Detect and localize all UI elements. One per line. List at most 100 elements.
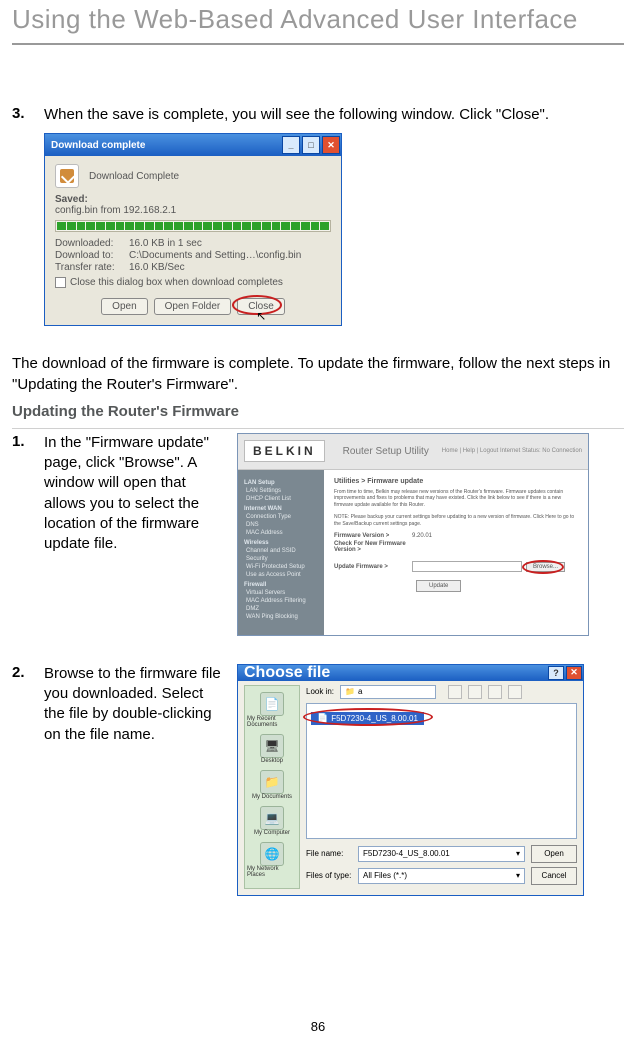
place-my-network[interactable]: 🌐My Network Places bbox=[247, 842, 297, 878]
recent-documents-icon: 📄 bbox=[260, 692, 284, 716]
open-folder-button[interactable]: Open Folder bbox=[154, 298, 232, 315]
post-download-paragraph: The download of the firmware is complete… bbox=[12, 354, 624, 395]
folder-icon: 📁 bbox=[345, 687, 355, 696]
step-text: Browse to the firmware file you download… bbox=[44, 664, 225, 745]
dialog-title: Download complete bbox=[51, 140, 145, 151]
breadcrumb: Utilities > Firmware update bbox=[334, 478, 578, 485]
step-3: 3. When the save is complete, you will s… bbox=[12, 105, 624, 125]
dialog-titlebar: Choose file ? ✕ bbox=[238, 665, 583, 681]
step-number: 1. bbox=[12, 433, 44, 555]
sidebar-section-lan: LAN Setup bbox=[244, 480, 318, 486]
saved-label: Saved: bbox=[55, 194, 331, 205]
update-button[interactable]: Update bbox=[416, 580, 461, 592]
page-number: 86 bbox=[311, 1019, 325, 1034]
maximize-button[interactable]: □ bbox=[302, 136, 320, 154]
belkin-logo: BELKIN bbox=[244, 440, 325, 462]
window-close-button[interactable]: ✕ bbox=[566, 666, 582, 680]
close-button[interactable]: Close ↖ bbox=[237, 298, 285, 315]
page-header: Using the Web-Based Advanced User Interf… bbox=[12, 0, 624, 45]
views-icon[interactable] bbox=[508, 685, 522, 699]
file-type-dropdown[interactable]: All Files (*.*)▾ bbox=[358, 868, 525, 884]
router-sidebar: LAN Setup LAN Settings DHCP Client List … bbox=[238, 470, 324, 635]
check-firmware-label: Check For New Firmware Version > bbox=[334, 541, 412, 553]
cursor-icon: ↖ bbox=[256, 309, 266, 323]
divider bbox=[12, 428, 624, 429]
desktop-icon: 🖥 bbox=[260, 734, 284, 758]
choose-file-dialog: Choose file ? ✕ 📄My Recent Documents 🖥De… bbox=[237, 664, 584, 896]
sidebar-section-firewall: Firewall bbox=[244, 582, 318, 588]
sidebar-item[interactable]: Wi-Fi Protected Setup bbox=[244, 564, 318, 570]
step-2: 2. Browse to the firmware file you downl… bbox=[12, 664, 624, 896]
back-icon[interactable] bbox=[448, 685, 462, 699]
sidebar-item[interactable]: Channel and SSID bbox=[244, 548, 318, 554]
step-number: 3. bbox=[12, 105, 44, 125]
downloaded-label: Downloaded: bbox=[55, 238, 129, 249]
progress-bar bbox=[55, 220, 331, 232]
close-dialog-checkbox[interactable] bbox=[55, 277, 66, 288]
subheading-updating-firmware: Updating the Router's Firmware bbox=[12, 403, 624, 420]
place-desktop[interactable]: 🖥Desktop bbox=[260, 734, 284, 764]
cancel-button[interactable]: Cancel bbox=[531, 867, 577, 885]
file-list[interactable]: 📄 F5D7230-4_US_8.00.01 bbox=[306, 703, 577, 839]
downloaded-value: 16.0 KB in 1 sec bbox=[129, 238, 202, 249]
step-number: 2. bbox=[12, 664, 44, 745]
sidebar-item[interactable]: DNS bbox=[244, 522, 318, 528]
sidebar-section-wireless: Wireless bbox=[244, 540, 318, 546]
browse-button[interactable]: Browse... bbox=[526, 562, 565, 572]
up-icon[interactable] bbox=[468, 685, 482, 699]
documents-icon: 📁 bbox=[260, 770, 284, 794]
router-setup-screenshot: BELKIN Router Setup Utility Home | Help … bbox=[237, 433, 589, 636]
minimize-button[interactable]: _ bbox=[282, 136, 300, 154]
fw-version-value: 9.20.01 bbox=[412, 533, 432, 539]
step-text: In the "Firmware update" page, click "Br… bbox=[44, 433, 225, 555]
download-complete-dialog: Download complete _ □ ✕ Download Complet… bbox=[44, 133, 342, 326]
dialog-titlebar: Download complete _ □ ✕ bbox=[45, 134, 341, 156]
look-in-dropdown[interactable]: 📁 a bbox=[340, 685, 436, 699]
router-utility-title: Router Setup Utility bbox=[343, 446, 429, 457]
dialog-title: Choose file bbox=[244, 664, 330, 682]
sidebar-item[interactable]: WAN Ping Blocking bbox=[244, 614, 318, 620]
saved-value: config.bin from 192.168.2.1 bbox=[55, 205, 331, 216]
sidebar-item[interactable]: Security bbox=[244, 556, 318, 562]
firmware-description: From time to time, Belkin may release ne… bbox=[334, 489, 578, 509]
download-complete-text: Download Complete bbox=[89, 171, 179, 182]
computer-icon: 💻 bbox=[260, 806, 284, 830]
network-icon: 🌐 bbox=[260, 842, 284, 866]
firmware-note: NOTE: Please backup your current setting… bbox=[334, 514, 578, 527]
sidebar-section-wan: Internet WAN bbox=[244, 506, 318, 512]
file-type-label: Files of type: bbox=[306, 871, 358, 880]
file-item-selected[interactable]: 📄 F5D7230-4_US_8.00.01 bbox=[311, 712, 424, 725]
sidebar-item[interactable]: Connection Type bbox=[244, 514, 318, 520]
look-in-label: Look in: bbox=[306, 687, 334, 696]
download-to-label: Download to: bbox=[55, 250, 129, 261]
update-firmware-label: Update Firmware > bbox=[334, 564, 412, 570]
router-meta-links: Home | Help | Logout Internet Status: No… bbox=[442, 448, 582, 454]
sidebar-item[interactable]: DHCP Client List bbox=[244, 496, 318, 502]
sidebar-item[interactable]: DMZ bbox=[244, 606, 318, 612]
download-icon bbox=[55, 164, 79, 188]
sidebar-item[interactable]: MAC Address bbox=[244, 530, 318, 536]
file-icon: 📄 bbox=[317, 713, 328, 724]
place-my-computer[interactable]: 💻My Computer bbox=[254, 806, 290, 836]
file-name-field[interactable]: F5D7230-4_US_8.00.01▾ bbox=[358, 846, 525, 862]
sidebar-item[interactable]: Virtual Servers bbox=[244, 590, 318, 596]
sidebar-item[interactable]: Use as Access Point bbox=[244, 572, 318, 578]
places-bar: 📄My Recent Documents 🖥Desktop 📁My Docume… bbox=[244, 685, 300, 889]
open-button[interactable]: Open bbox=[531, 845, 577, 863]
step-text: When the save is complete, you will see … bbox=[44, 105, 624, 125]
sidebar-item[interactable]: LAN Settings bbox=[244, 488, 318, 494]
help-button[interactable]: ? bbox=[548, 666, 564, 680]
new-folder-icon[interactable] bbox=[488, 685, 502, 699]
place-recent-documents[interactable]: 📄My Recent Documents bbox=[247, 692, 297, 728]
sidebar-item[interactable]: MAC Address Filtering bbox=[244, 598, 318, 604]
window-close-button[interactable]: ✕ bbox=[322, 136, 340, 154]
download-to-value: C:\Documents and Setting…\config.bin bbox=[129, 250, 301, 261]
firmware-file-input[interactable] bbox=[412, 561, 522, 572]
file-name-label: File name: bbox=[306, 849, 358, 858]
fw-version-label: Firmware Version > bbox=[334, 533, 412, 539]
open-button[interactable]: Open bbox=[101, 298, 147, 315]
transfer-rate-label: Transfer rate: bbox=[55, 262, 129, 273]
transfer-rate-value: 16.0 KB/Sec bbox=[129, 262, 185, 273]
close-dialog-checkbox-label: Close this dialog box when download comp… bbox=[70, 277, 283, 288]
place-my-documents[interactable]: 📁My Documents bbox=[252, 770, 292, 800]
